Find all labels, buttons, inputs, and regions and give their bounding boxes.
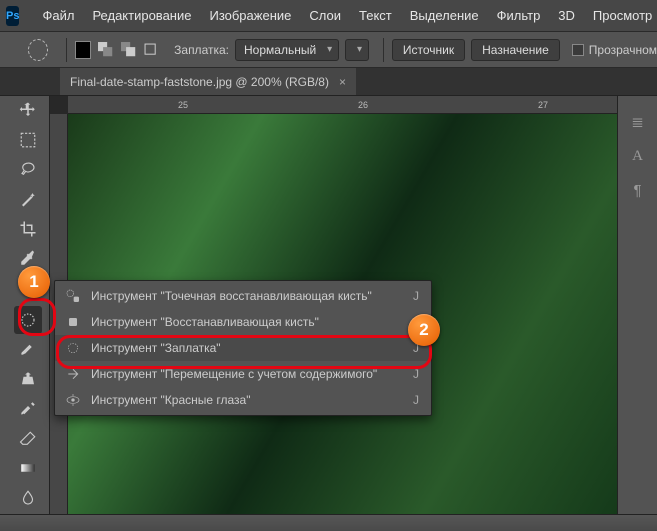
- history-brush-tool[interactable]: [14, 395, 42, 423]
- paragraph-panel-icon[interactable]: ¶: [628, 178, 648, 202]
- menu-file[interactable]: Файл: [33, 0, 83, 32]
- character-panel-icon[interactable]: A: [628, 144, 648, 168]
- lasso-tool[interactable]: [14, 155, 42, 183]
- flyout-red-eye[interactable]: Инструмент "Красные глаза" J: [55, 387, 431, 413]
- flyout-key: J: [413, 367, 423, 381]
- flyout-label: Инструмент "Восстанавливающая кисть": [91, 315, 319, 329]
- content-aware-move-icon: [63, 364, 83, 384]
- patch-mode-select[interactable]: Нормальный: [235, 39, 339, 61]
- bottom-strip: [0, 514, 657, 531]
- patch-label: Заплатка:: [174, 43, 229, 57]
- history-panel-icon[interactable]: ≣: [628, 110, 648, 134]
- menubar: Ps Файл Редактирование Изображение Слои …: [0, 0, 657, 32]
- red-eye-icon: [63, 390, 83, 410]
- divider: [383, 38, 384, 62]
- right-panel-dock: ≣ A ¶: [617, 96, 657, 514]
- menu-text[interactable]: Текст: [350, 0, 401, 32]
- magic-wand-tool[interactable]: [14, 185, 42, 213]
- brush-tool[interactable]: [14, 336, 42, 364]
- flyout-label: Инструмент "Перемещение с учетом содержи…: [91, 367, 377, 381]
- app-icon: Ps: [6, 6, 19, 26]
- spot-healing-icon: [63, 286, 83, 306]
- transparent-label: Прозрачном: [589, 43, 657, 57]
- menu-view[interactable]: Просмотр: [584, 0, 657, 32]
- healing-tools-flyout: Инструмент "Точечная восстанавливающая к…: [54, 280, 432, 416]
- ruler-tick: 25: [178, 100, 188, 110]
- options-bar: Заплатка: Нормальный Источник Назначение…: [0, 32, 657, 68]
- blur-tool[interactable]: [14, 484, 42, 512]
- transparent-checkbox[interactable]: Прозрачном: [572, 43, 657, 57]
- move-tool[interactable]: [14, 96, 42, 124]
- checkbox-box-icon: [572, 44, 584, 56]
- document-tab[interactable]: Final-date-stamp-faststone.jpg @ 200% (R…: [60, 68, 357, 95]
- marquee-tool[interactable]: [14, 126, 42, 154]
- eyedropper-tool[interactable]: [14, 245, 42, 273]
- selection-new-icon[interactable]: [75, 41, 91, 59]
- flyout-label: Инструмент "Красные глаза": [91, 393, 250, 407]
- healing-brush-icon: [63, 312, 83, 332]
- flyout-key: J: [413, 393, 423, 407]
- tab-title: Final-date-stamp-faststone.jpg @ 200% (R…: [70, 75, 329, 89]
- menu-layers[interactable]: Слои: [300, 0, 350, 32]
- flyout-healing-brush[interactable]: Инструмент "Восстанавливающая кисть" J: [55, 309, 431, 335]
- menu-3d[interactable]: 3D: [549, 0, 584, 32]
- flyout-label: Инструмент "Заплатка": [91, 341, 221, 355]
- patch-tool[interactable]: [14, 306, 42, 334]
- flyout-patch[interactable]: Инструмент "Заплатка" J: [55, 335, 431, 361]
- selection-add-icon[interactable]: [97, 41, 113, 59]
- close-icon[interactable]: ×: [339, 75, 346, 89]
- menu-filter[interactable]: Фильтр: [488, 0, 550, 32]
- flyout-spot-healing[interactable]: Инструмент "Точечная восстанавливающая к…: [55, 283, 431, 309]
- source-button[interactable]: Источник: [392, 39, 465, 61]
- selection-intersect-icon[interactable]: [142, 41, 158, 59]
- ruler-horizontal: 25 26 27: [68, 96, 617, 114]
- flyout-key: J: [413, 289, 423, 303]
- clone-stamp-tool[interactable]: [14, 365, 42, 393]
- patch-icon: [63, 338, 83, 358]
- tools-panel: [0, 96, 50, 514]
- flyout-key: J: [413, 341, 423, 355]
- selection-subtract-icon[interactable]: [120, 41, 136, 59]
- ruler-tick: 27: [538, 100, 548, 110]
- ruler-tick: 26: [358, 100, 368, 110]
- tool-preset-icon[interactable]: [28, 39, 48, 61]
- divider: [66, 38, 67, 62]
- crop-tool[interactable]: [14, 215, 42, 243]
- flyout-key: J: [413, 315, 423, 329]
- menu-edit[interactable]: Редактирование: [83, 0, 200, 32]
- menu-image[interactable]: Изображение: [200, 0, 300, 32]
- menu-select[interactable]: Выделение: [401, 0, 488, 32]
- eraser-tool[interactable]: [14, 425, 42, 453]
- flyout-label: Инструмент "Точечная восстанавливающая к…: [91, 289, 372, 303]
- document-tabs: Final-date-stamp-faststone.jpg @ 200% (R…: [0, 68, 657, 96]
- gradient-tool[interactable]: [14, 455, 42, 483]
- patch-extra-select[interactable]: [345, 39, 369, 61]
- flyout-content-aware-move[interactable]: Инструмент "Перемещение с учетом содержи…: [55, 361, 431, 387]
- destination-button[interactable]: Назначение: [471, 39, 560, 61]
